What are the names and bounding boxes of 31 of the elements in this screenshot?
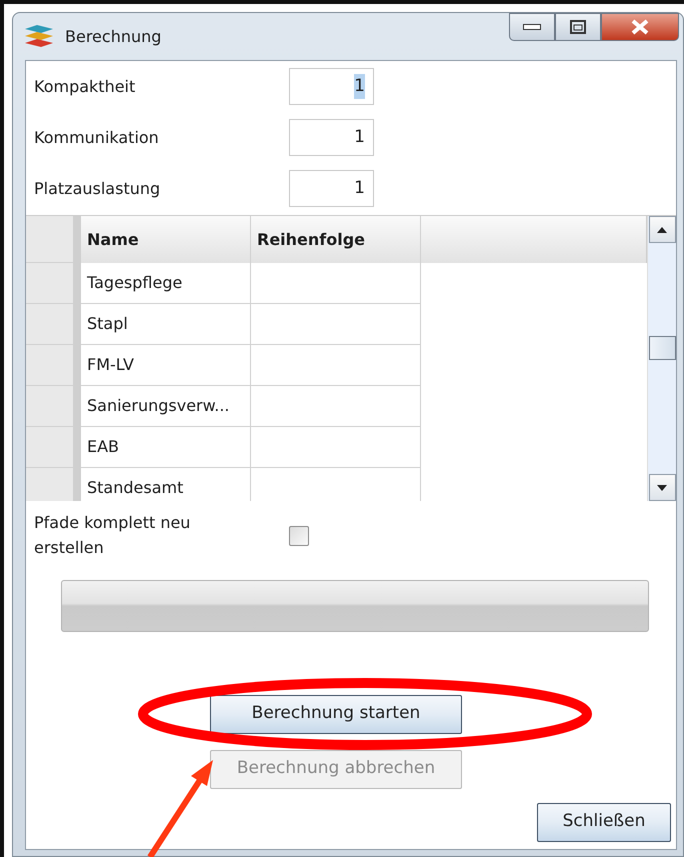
scroll-down-button[interactable]	[648, 474, 676, 501]
column-header[interactable]: Reihenfolge	[251, 216, 421, 263]
number-field[interactable]: 1	[289, 119, 374, 156]
up-arrow-icon	[657, 226, 667, 232]
table-cell: Stapl	[81, 304, 251, 345]
scrollbar[interactable]	[647, 216, 676, 501]
maximize-button[interactable]	[555, 13, 601, 41]
table-cell: Tagespflege	[81, 263, 251, 304]
field-label: Kompaktheit	[34, 76, 136, 98]
checkbox-label: Pfade komplett neu erstellen	[34, 512, 192, 559]
field-label: Kommunikation	[34, 126, 160, 148]
column-header[interactable]: Name	[81, 216, 251, 263]
close-icon	[630, 19, 650, 35]
window-title: Berechnung	[65, 26, 162, 48]
close-button[interactable]	[601, 13, 679, 41]
minimize-button[interactable]	[509, 13, 555, 41]
number-field[interactable]: 1	[289, 68, 374, 105]
checkbox[interactable]	[289, 526, 309, 546]
minimize-icon	[523, 24, 541, 30]
close-dialog-button[interactable]: Schließen	[537, 802, 671, 842]
table-cell: EAB	[81, 427, 251, 468]
scroll-up-button[interactable]	[648, 216, 676, 243]
scrollbar-thumb[interactable]	[649, 336, 676, 360]
maximize-icon	[570, 20, 586, 34]
table-cell: FM-LV	[81, 345, 251, 386]
table-cell: Standesamt	[81, 468, 251, 501]
number-field[interactable]: 1	[289, 170, 374, 207]
field-label: Platzauslastung	[34, 178, 162, 200]
table-cell: Sanierungsverw...	[81, 386, 251, 427]
start-button[interactable]: Berechnung starten	[210, 694, 462, 734]
down-arrow-icon	[657, 484, 667, 490]
